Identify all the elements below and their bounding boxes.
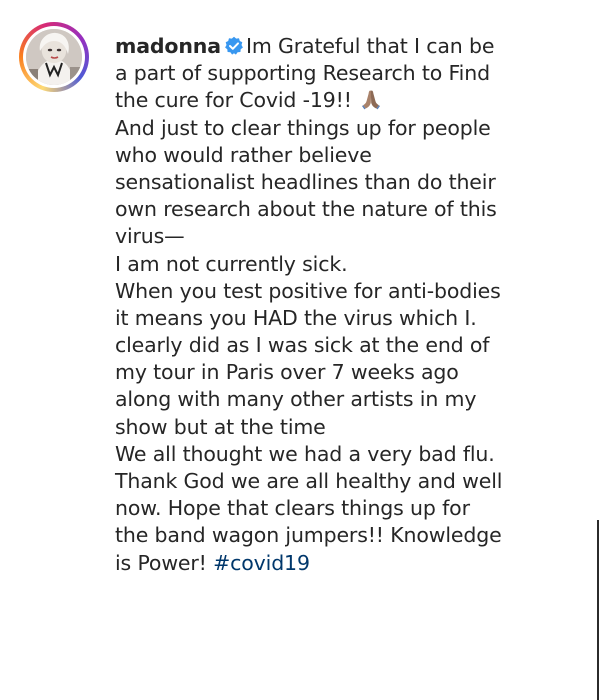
post-comment: madonna Im Grateful that I can be a part … [0, 0, 600, 700]
caption-text: Im Grateful that I can be [245, 34, 495, 58]
caption-line: is Power! #covid19 [115, 550, 595, 577]
caption-line: sensationalist headlines than do their [115, 169, 496, 194]
caption-line: When you test positive for anti-bodies [115, 278, 501, 303]
caption-line: We all thought we had a very bad flu. [115, 441, 495, 466]
post-caption: madonna Im Grateful that I can be a part … [115, 33, 595, 577]
caption-line: it means you HAD the virus which I. [115, 305, 477, 330]
caption-line: who would rather believe [115, 142, 372, 167]
hashtag-link[interactable]: #covid19 [213, 551, 310, 575]
caption-line: virus— [115, 224, 185, 249]
caption-line: own research about the nature of this [115, 197, 497, 222]
caption-text: is Power! [115, 550, 207, 575]
caption-line: my tour in Paris over 7 weeks ago [115, 360, 459, 385]
caption-line: madonna Im Grateful that I can be [115, 33, 595, 60]
caption-line: clearly did as I was sick at the end of [115, 333, 490, 358]
caption-line: And just to clear things up for people [115, 115, 491, 140]
crop-edge-divider [597, 520, 599, 700]
caption-line: the cure for Covid -19!! [115, 87, 595, 114]
caption-line: show but at the time [115, 414, 326, 439]
caption-line: along with many other artists in my [115, 387, 477, 412]
caption-line: I am not currently sick. [115, 251, 348, 276]
caption-line: now. Hope that clears things up for [115, 496, 470, 521]
caption-line: the band wagon jumpers!! Knowledge [115, 523, 502, 548]
folded-hands-emoji [360, 88, 382, 117]
verified-badge-icon [224, 36, 244, 63]
caption-line: a part of supporting Research to Find [115, 61, 490, 86]
caption-line: Thank God we are all healthy and well [115, 469, 503, 493]
profile-avatar[interactable] [26, 29, 82, 85]
caption-text: the cure for Covid -19!! [115, 88, 352, 113]
username-link[interactable]: madonna [115, 34, 221, 58]
story-ring[interactable] [19, 22, 89, 92]
